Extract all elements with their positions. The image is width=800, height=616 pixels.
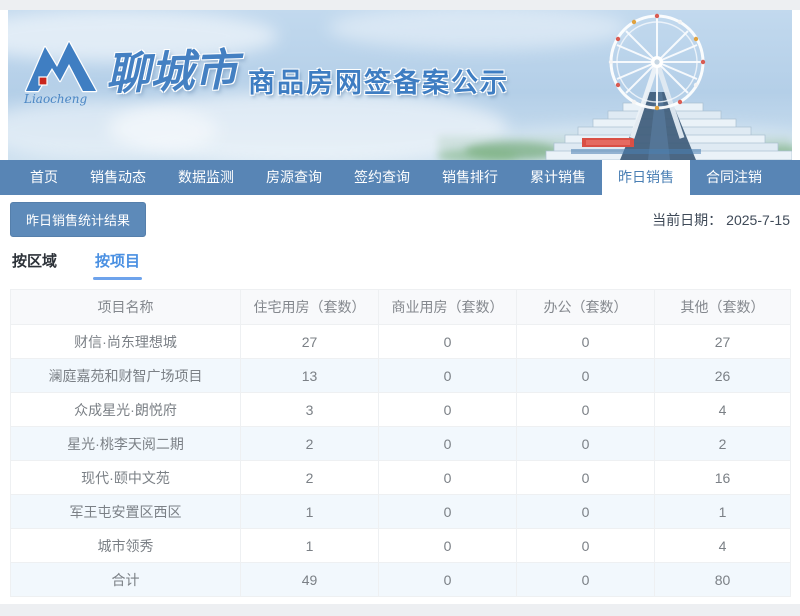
other-cell: 1 (654, 494, 791, 529)
table-row: 军王屯安置区西区 1 0 0 1 (10, 494, 791, 529)
table-total-row: 合计 49 0 0 80 (10, 562, 791, 597)
current-date-label: 当前日期： (652, 211, 723, 228)
office-cell: 0 (516, 392, 655, 427)
site-title: 商品房网签备案公示 (248, 67, 509, 98)
liaocheng-logo-icon: Liaocheng (23, 40, 98, 106)
table-row: 财信·尚东理想城 27 0 0 27 (10, 324, 791, 359)
nav-item-contract-cancel[interactable]: 合同注销 (690, 160, 778, 195)
commercial-cell: 0 (378, 460, 517, 495)
column-header-project: 项目名称 (10, 289, 241, 325)
office-cell: 0 (516, 528, 655, 563)
column-header-residential: 住宅用房（套数） (240, 289, 379, 325)
commercial-cell: 0 (378, 426, 517, 461)
office-cell: 0 (516, 460, 655, 495)
nav-item-sales-ranking[interactable]: 销售排行 (426, 160, 514, 195)
table-row: 星光·桃李天阅二期 2 0 0 2 (10, 426, 791, 461)
residential-cell: 2 (240, 460, 379, 495)
project-name-cell: 澜庭嘉苑和财智广场项目 (10, 358, 241, 393)
table-row: 众成星光·朗悦府 3 0 0 4 (10, 392, 791, 427)
residential-cell: 3 (240, 392, 379, 427)
subtab-by-project[interactable]: 按项目 (93, 250, 143, 282)
table-row: 澜庭嘉苑和财智广场项目 13 0 0 26 (10, 358, 791, 393)
yesterday-sales-result-button[interactable]: 昨日销售统计结果 (10, 202, 147, 237)
subtab-by-district[interactable]: 按区域 (10, 250, 59, 282)
commercial-cell: 0 (378, 358, 517, 393)
other-total-cell: 80 (654, 562, 791, 597)
other-cell: 27 (654, 324, 791, 359)
project-name-cell: 城市领秀 (10, 528, 241, 563)
toolbar: 昨日销售统计结果 当前日期： 2025-7-15 (10, 202, 790, 237)
nav-item-data-monitor[interactable]: 数据监测 (162, 160, 250, 195)
nav-item-sales-dynamics[interactable]: 销售动态 (74, 160, 162, 195)
column-header-commercial: 商业用房（套数） (378, 289, 517, 325)
office-cell: 0 (516, 324, 655, 359)
project-name-cell: 众成星光·朗悦府 (10, 392, 241, 427)
office-total-cell: 0 (516, 562, 655, 597)
total-label-cell: 合计 (10, 562, 241, 597)
site-banner: Liaocheng 聊城市 商品房网签备案公示 (8, 10, 792, 160)
residential-cell: 1 (240, 528, 379, 563)
project-name-cell: 星光·桃李天阅二期 (10, 426, 241, 461)
office-cell: 0 (516, 426, 655, 461)
residential-cell: 27 (240, 324, 379, 359)
project-name-cell: 现代·颐中文苑 (10, 460, 241, 495)
commercial-cell: 0 (378, 494, 517, 529)
residential-total-cell: 49 (240, 562, 379, 597)
other-cell: 26 (654, 358, 791, 393)
residential-cell: 2 (240, 426, 379, 461)
table-row: 现代·颐中文苑 2 0 0 16 (10, 460, 791, 495)
column-header-office: 办公（套数） (516, 289, 655, 325)
project-name-cell: 军王屯安置区西区 (10, 494, 241, 529)
commercial-total-cell: 0 (378, 562, 517, 597)
table-row: 城市领秀 1 0 0 4 (10, 528, 791, 563)
nav-item-home[interactable]: 首页 (14, 160, 74, 195)
other-cell: 2 (654, 426, 791, 461)
residential-cell: 13 (240, 358, 379, 393)
view-subtabs: 按区域 按项目 (10, 250, 790, 282)
office-cell: 0 (516, 494, 655, 529)
commercial-cell: 0 (378, 324, 517, 359)
nav-item-yesterday-sales[interactable]: 昨日销售 (602, 160, 690, 195)
nav-item-cumulative-sales[interactable]: 累计销售 (514, 160, 602, 195)
nav-item-contract-query[interactable]: 签约查询 (338, 160, 426, 195)
city-name: 聊城市 (105, 44, 239, 101)
residential-cell: 1 (240, 494, 379, 529)
sales-table: 项目名称 住宅用房（套数） 商业用房（套数） 办公（套数） 其他（套数） 财信·… (10, 289, 791, 597)
logo-script-text: Liaocheng (23, 92, 87, 106)
table-header-row: 项目名称 住宅用房（套数） 商业用房（套数） 办公（套数） 其他（套数） (10, 289, 791, 325)
other-cell: 16 (654, 460, 791, 495)
other-cell: 4 (654, 528, 791, 563)
current-date-value: 2025-7-15 (726, 211, 790, 228)
main-nav: 首页 销售动态 数据监测 房源查询 签约查询 销售排行 累计销售 昨日销售 合同… (0, 160, 800, 195)
current-date: 当前日期： 2025-7-15 (652, 210, 790, 230)
brand-block: Liaocheng 聊城市 商品房网签备案公示 (22, 34, 509, 112)
nav-item-listing-query[interactable]: 房源查询 (250, 160, 338, 195)
column-header-other: 其他（套数） (654, 289, 791, 325)
commercial-cell: 0 (378, 392, 517, 427)
page: Liaocheng 聊城市 商品房网签备案公示 首页 销售动态 数据监测 房源查… (0, 10, 800, 604)
other-cell: 4 (654, 392, 791, 427)
project-name-cell: 财信·尚东理想城 (10, 324, 241, 359)
office-cell: 0 (516, 358, 655, 393)
commercial-cell: 0 (378, 528, 517, 563)
